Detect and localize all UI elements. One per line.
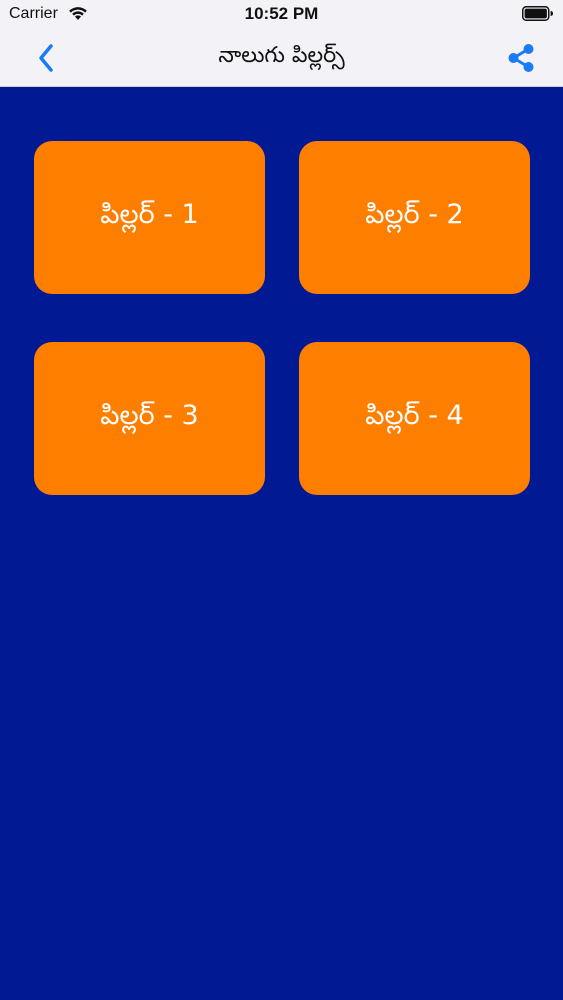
status-time: 10:52 PM [244,4,319,23]
navigation-bar: నాలుగు పిల్లర్స్ [0,30,563,86]
chevron-left-icon [39,44,53,72]
pillar-2-button[interactable]: పిల్లర్ - 2 [299,141,530,294]
back-button[interactable] [28,40,64,76]
pillar-1-button[interactable]: పిల్లర్ - 1 [34,141,265,294]
share-button[interactable] [503,40,539,76]
pillar-3-button[interactable]: పిల్లర్ - 3 [34,342,265,495]
pillar-4-button[interactable]: పిల్లర్ - 4 [299,342,530,495]
share-icon [508,44,534,72]
content-area: పిల్లర్ - 1 పిల్లర్ - 2 పిల్లర్ - 3 పిల్… [0,87,563,1000]
battery-icon [522,6,553,21]
pillar-grid: పిల్లర్ - 1 పిల్లర్ - 2 పిల్లర్ - 3 పిల్… [34,141,530,495]
top-bar: Carrier 10:52 PM నాలుగు పిల్లర్స్ [0,0,563,87]
status-bar: Carrier 10:52 PM [0,0,563,30]
page-title: నాలుగు పిల్లర్స్ [218,43,345,68]
app-screen: Carrier 10:52 PM నాలుగు పిల్లర్స్ పిల్లర… [0,0,563,1000]
